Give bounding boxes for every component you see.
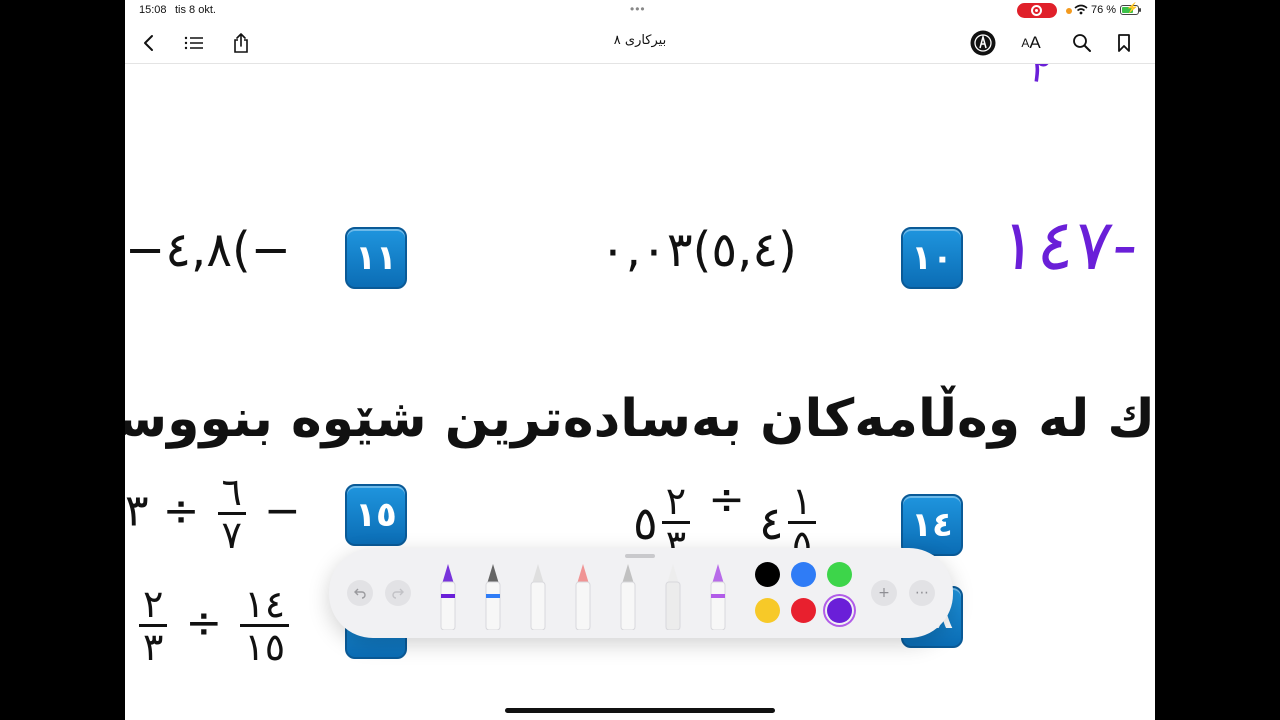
lasso-tool[interactable] [619, 562, 637, 630]
bottom-fraction-b: ١٤ ١٥ [240, 584, 290, 669]
ruler-tool[interactable] [664, 562, 682, 630]
undo-button[interactable] [347, 580, 373, 606]
ipad-screen: 15:08 tis 8 okt. ••• 76 % ⚡ بیرکاری ٨ A … [125, 0, 1155, 720]
color-swatch-black[interactable] [755, 562, 780, 587]
fraction-numerator: ٦ [217, 472, 246, 515]
plus-icon: + [878, 585, 890, 601]
palette-grab-handle[interactable] [625, 554, 655, 558]
color-swatch-red[interactable] [791, 598, 816, 623]
handwritten-mark-top: ٢ [1026, 64, 1055, 94]
bottom-expression: ١٤ ١٥ ÷ ٢٣ [135, 584, 293, 667]
status-bar: 15:08 tis 8 okt. ••• 76 % ⚡ [125, 0, 1155, 22]
exercise-15-fraction: ٦٧ [217, 472, 246, 557]
exercise-15-expression: − ٦٧ ÷ ٣ [125, 472, 301, 555]
multitasking-dots-icon[interactable]: ••• [630, 2, 646, 16]
status-time: 15:08 [139, 4, 167, 16]
fraction-numerator: ١ [787, 481, 817, 524]
fraction-denominator: ٣ [143, 625, 164, 669]
undo-icon [354, 588, 366, 599]
bookmark-icon [1118, 34, 1130, 52]
color-swatch-blue[interactable] [791, 562, 816, 587]
fraction-numerator: ٢ [661, 481, 691, 524]
handwritten-answer: ١٤٧- [995, 204, 1143, 286]
exercise-15-sign: − [263, 485, 301, 537]
text-size-small-label: A [1021, 36, 1030, 50]
charging-bolt-icon: ⚡ [1126, 3, 1139, 14]
battery-icon: ⚡ [1120, 3, 1141, 15]
fraction-denominator: ١٥ [244, 625, 286, 669]
markup-pen-icon [970, 30, 996, 56]
exercise-15-operator: ÷ [162, 485, 200, 537]
battery-percent: 76 % [1091, 4, 1117, 16]
bottom-fraction-a: ٢٣ [139, 584, 168, 669]
exercise-10-expression: (٥,٤)٠,٠٣ [600, 222, 797, 278]
fraction-numerator: ٢ [139, 584, 168, 627]
text-size-large-label: A [1029, 33, 1041, 52]
record-icon [1031, 5, 1042, 16]
monoline-tool[interactable] [484, 562, 502, 630]
ellipsis-icon: ⋯ [915, 585, 929, 601]
markup-button[interactable] [970, 30, 996, 56]
search-button[interactable] [1069, 31, 1095, 55]
color-swatch-green[interactable] [827, 562, 852, 587]
reader-toolbar: بیرکاری ٨ AA [125, 22, 1155, 64]
more-options-button[interactable]: ⋯ [909, 580, 935, 606]
fraction-numerator: ١٤ [240, 584, 290, 627]
home-indicator[interactable] [505, 708, 775, 713]
exercise-14-badge: ١٤ [901, 494, 963, 556]
whole-a: ٥ [633, 495, 658, 550]
document-title: بیرکاری ٨ [613, 33, 667, 48]
pen-tool[interactable] [439, 562, 457, 630]
exercise-10-badge: ١٠ [901, 227, 963, 289]
screen-recording-indicator[interactable] [1017, 3, 1057, 18]
redo-icon [392, 588, 404, 599]
redo-button[interactable] [385, 580, 411, 606]
marker-tool[interactable] [529, 562, 547, 630]
color-swatch-purple[interactable] [827, 598, 852, 623]
add-shape-button[interactable]: + [871, 580, 897, 606]
exercise-11-expression: −)٤,٨− [125, 222, 291, 278]
wifi-icon [1074, 4, 1088, 15]
microphone-indicator-icon [1066, 8, 1072, 14]
bottom-operator: ÷ [185, 597, 223, 649]
color-swatch-yellow[interactable] [755, 598, 780, 623]
exercise-15-lead: ٣ [125, 485, 149, 537]
exercise-14-operator: ÷ [708, 474, 746, 525]
bookmark-button[interactable] [1111, 31, 1137, 55]
text-size-button[interactable]: AA [1018, 31, 1044, 55]
exercise-15-badge: ١٥ [345, 484, 407, 546]
exercise-11-badge: ١١ [345, 227, 407, 289]
crayon-tool[interactable] [709, 562, 727, 630]
search-icon [1073, 34, 1091, 52]
whole-b: ٤ [759, 495, 784, 550]
eraser-tool[interactable] [574, 562, 592, 630]
instruction-text: ك له وه‌ڵامه‌كان به‌ساده‌ترین شێوه‌ بنوو… [125, 389, 1155, 449]
markup-toolbar: + ⋯ [329, 548, 953, 638]
status-date: tis 8 okt. [175, 4, 216, 16]
fraction-denominator: ٧ [221, 513, 242, 557]
